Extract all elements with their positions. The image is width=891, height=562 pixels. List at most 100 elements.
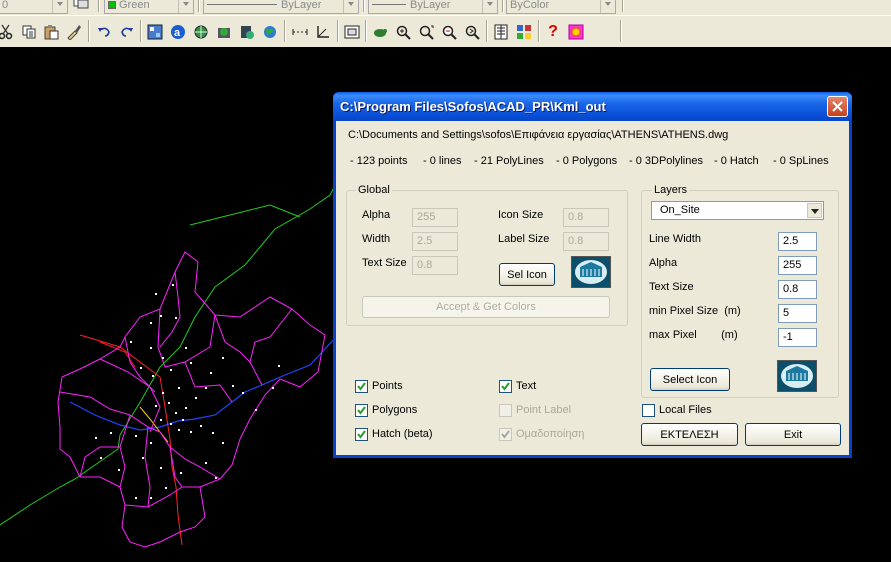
chevron-down-icon[interactable] <box>482 0 497 13</box>
stat-hatch: - 0 Hatch <box>714 155 759 167</box>
close-button[interactable] <box>827 96 848 117</box>
toolbar-separator <box>363 0 365 12</box>
standard-toolbar: a ? <box>0 15 891 47</box>
lineweight-sample <box>372 4 406 5</box>
layer-previous-icon[interactable] <box>72 0 92 12</box>
properties-icon[interactable] <box>491 22 511 42</box>
chevron-down-icon[interactable] <box>52 0 67 13</box>
etransmit-icon[interactable] <box>214 22 234 42</box>
distance-icon[interactable] <box>290 22 310 42</box>
design-center-icon[interactable] <box>145 22 165 42</box>
properties-toolbar: 0 Green ByLayer ByLayer ByColor <box>0 0 891 15</box>
exit-button[interactable]: Exit <box>745 423 841 446</box>
globe-icon[interactable] <box>260 22 280 42</box>
pan-icon[interactable] <box>370 22 390 42</box>
match-properties-icon[interactable] <box>64 22 84 42</box>
layer-textsize-label: Text Size <box>649 281 694 293</box>
toolbar-separator <box>284 20 286 42</box>
publish-icon[interactable] <box>191 22 211 42</box>
paste-icon[interactable] <box>41 22 61 42</box>
check-icon <box>357 430 366 439</box>
local-files-checkbox[interactable] <box>642 404 655 417</box>
points-checkbox[interactable] <box>355 380 368 393</box>
check-icon <box>357 382 366 391</box>
layer-alpha-label: Alpha <box>649 257 678 269</box>
grouping-label: Ομαδοποίηση <box>516 428 585 440</box>
cut-icon[interactable] <box>0 22 16 42</box>
select-icon-button[interactable]: Select Icon <box>650 368 730 391</box>
building-icon <box>778 361 816 391</box>
sel-icon-button[interactable]: Sel Icon <box>499 263 555 286</box>
chevron-down-icon[interactable] <box>343 0 358 13</box>
redo-icon[interactable] <box>117 22 137 42</box>
close-icon <box>832 101 843 112</box>
layer-combo[interactable]: 0 <box>0 0 68 14</box>
point-label-label: Point Label <box>516 404 572 416</box>
zoom-extents-icon[interactable] <box>462 22 482 42</box>
chevron-down-icon[interactable] <box>807 203 822 218</box>
stat-lines: - 0 lines <box>423 155 462 167</box>
stat-polylines: - 21 PolyLines <box>474 155 544 167</box>
dialog-titlebar[interactable]: C:\Program Files\Sofos\ACAD_PR\Kml_out <box>333 92 852 121</box>
text-checkbox[interactable] <box>499 380 512 393</box>
color-combo[interactable]: Green <box>104 0 194 14</box>
undo-icon[interactable] <box>94 22 114 42</box>
lineweight-combo[interactable]: ByLayer <box>368 0 498 14</box>
help-icon[interactable]: ? <box>543 22 563 42</box>
global-width-input[interactable]: 2.5 <box>412 232 458 251</box>
min-pixel-label: min Pixel Size (m) <box>649 305 741 317</box>
label-size-label: Label Size <box>498 233 550 245</box>
stat-splines: - 0 SpLines <box>773 155 829 167</box>
file-path: C:\Documents and Settings\sofos\Επιφάνει… <box>348 129 729 141</box>
layer-select-value: On_Site <box>660 204 700 216</box>
line-width-input[interactable]: 2.5 <box>778 232 817 251</box>
linetype-sample <box>207 4 277 5</box>
database-icon[interactable] <box>237 22 257 42</box>
plotstyle-combo-value: ByColor <box>510 0 550 11</box>
green-road-2 <box>189 204 301 226</box>
web-icon[interactable]: a <box>168 22 188 42</box>
copy-icon[interactable] <box>19 22 39 42</box>
accept-get-colors-button[interactable]: Accept & Get Colors <box>362 296 610 318</box>
blue-road <box>69 326 346 431</box>
layer-select[interactable]: On_Site <box>651 201 824 220</box>
zoom-previous-icon[interactable] <box>439 22 459 42</box>
sofos-icon[interactable] <box>566 22 586 42</box>
label-size-input[interactable]: 0.8 <box>563 232 609 251</box>
grouping-checkbox[interactable] <box>499 428 512 441</box>
layer-alpha-input[interactable]: 255 <box>778 256 817 275</box>
toolbar-separator <box>620 20 622 42</box>
toolbar-separator <box>486 20 488 42</box>
toolbar-separator <box>622 0 624 12</box>
hatch-checkbox[interactable] <box>355 428 368 441</box>
execute-button[interactable]: ΕΚΤΕΛΕΣΗ <box>641 423 738 446</box>
linetype-combo[interactable]: ByLayer <box>203 0 359 14</box>
layers-legend: Layers <box>652 184 690 196</box>
chevron-down-icon[interactable] <box>178 0 193 13</box>
toolbar-separator <box>337 20 339 42</box>
tiled-viewport-icon[interactable] <box>342 22 362 42</box>
hatch-label: Hatch (beta) <box>372 428 433 440</box>
stat-points: - 123 points <box>350 155 408 167</box>
plotstyle-combo[interactable]: ByColor <box>506 0 616 14</box>
polygons-checkbox[interactable] <box>355 404 368 417</box>
svg-text:a: a <box>174 27 181 39</box>
chevron-down-icon[interactable] <box>600 0 615 13</box>
accept-button-label: Accept & Get Colors <box>436 301 536 313</box>
toolbar-separator <box>198 0 200 12</box>
check-icon <box>357 406 366 415</box>
check-icon <box>501 430 510 439</box>
ucs-icon[interactable] <box>313 22 333 42</box>
icon-size-input[interactable]: 0.8 <box>563 208 609 227</box>
max-pixel-input[interactable]: -1 <box>778 328 817 347</box>
layer-icon-preview <box>777 360 817 392</box>
zoom-realtime-icon[interactable] <box>393 22 413 42</box>
point-label-checkbox[interactable] <box>499 404 512 417</box>
design-center-2-icon[interactable] <box>514 22 534 42</box>
min-pixel-input[interactable]: 5 <box>778 304 817 323</box>
zoom-window-icon[interactable] <box>416 22 436 42</box>
toolbar-separator <box>502 0 504 12</box>
layer-textsize-input[interactable]: 0.8 <box>778 280 817 299</box>
global-textsize-input[interactable]: 0.8 <box>412 256 458 275</box>
global-alpha-input[interactable]: 255 <box>412 208 458 227</box>
